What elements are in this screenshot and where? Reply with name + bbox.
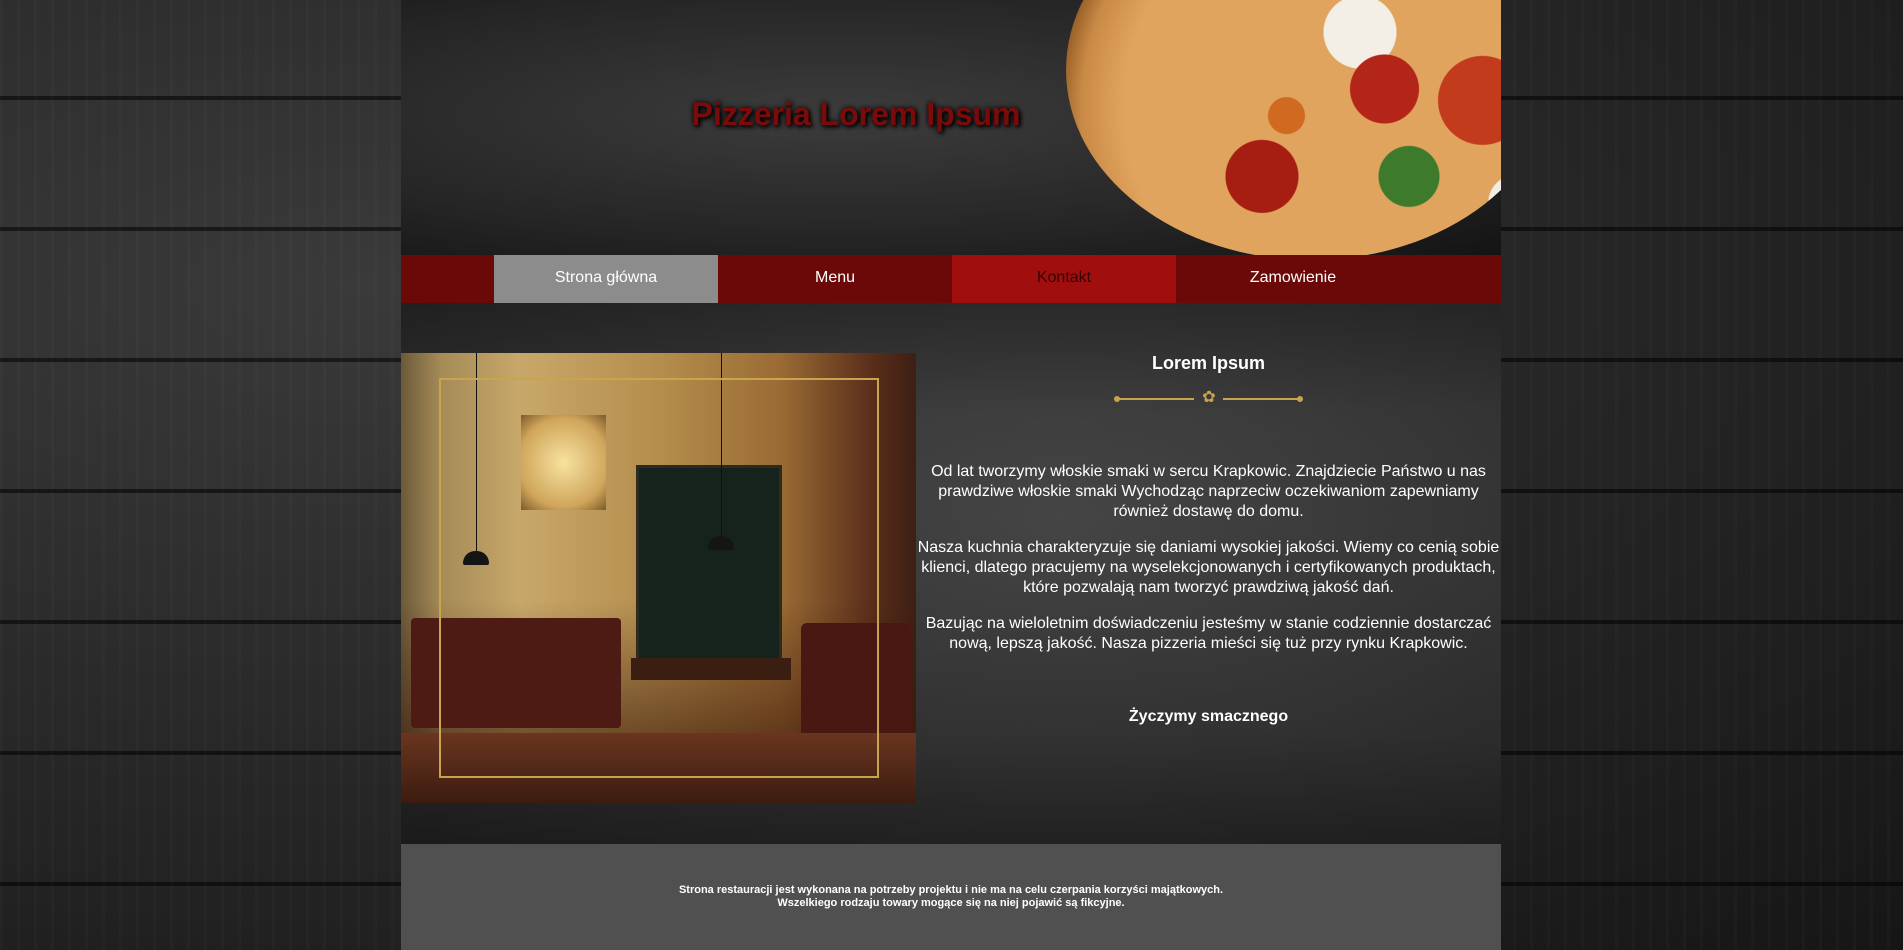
- restaurant-interior-photo: [401, 353, 916, 803]
- nav-item-home[interactable]: Strona główna: [494, 255, 718, 303]
- paragraph: Bazując na wieloletnim doświadczeniu jes…: [925, 615, 1492, 652]
- paragraph: Od lat tworzymy włoskie smaki w sercu Kr…: [931, 463, 1486, 520]
- divider-line: [1116, 398, 1194, 400]
- nav-item-contact[interactable]: Kontakt: [952, 255, 1176, 303]
- header-banner: Pizzeria Lorem Ipsum: [401, 0, 1501, 255]
- closing-text: Życzymy smacznego: [1128, 708, 1289, 725]
- footer-disclaimer-2: Wszelkiego rodzaju towary mogące się na …: [777, 897, 1125, 909]
- ornament-divider: ✿: [1114, 389, 1303, 406]
- main-navigation: Strona główna Menu Kontakt Zamowienie: [401, 255, 1501, 303]
- divider-dot: [1297, 396, 1303, 402]
- flower-ornament-icon: ✿: [1202, 389, 1216, 406]
- paragraph: Nasza kuchnia charakteryzuje się daniami…: [917, 539, 1500, 596]
- main-content: Lorem Ipsum ✿ Od lat tworzymy włoskie sm…: [401, 303, 1501, 844]
- divider-line: [1223, 398, 1301, 400]
- page-container: Pizzeria Lorem Ipsum Strona główna Menu …: [401, 0, 1501, 950]
- about-section: Lorem Ipsum ✿ Od lat tworzymy włoskie sm…: [916, 353, 1501, 726]
- site-title: Pizzeria Lorem Ipsum: [691, 96, 1021, 132]
- footer-disclaimer: Strona restauracji jest wykonana na potr…: [678, 884, 1224, 896]
- nav-item-order[interactable]: Zamowienie: [1176, 255, 1410, 303]
- nav-item-menu[interactable]: Menu: [718, 255, 952, 303]
- section-heading: Lorem Ipsum: [1151, 353, 1266, 373]
- photo-gold-frame: [439, 378, 879, 778]
- footer: Strona restauracji jest wykonana na potr…: [401, 844, 1501, 950]
